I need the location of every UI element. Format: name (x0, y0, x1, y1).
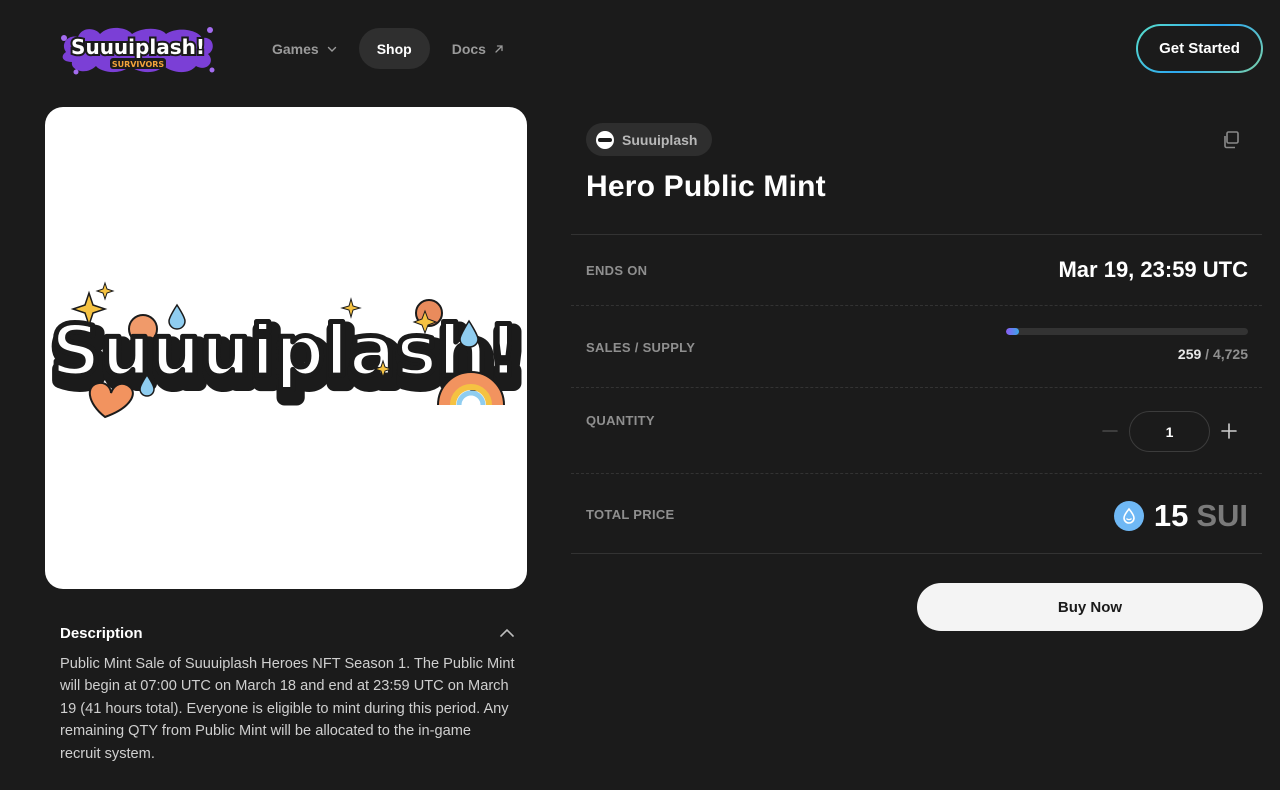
price-currency: SUI (1196, 498, 1248, 533)
brand-logo[interactable]: Suuuiplash! Suuuiplash! SURVIVORS (58, 22, 218, 78)
buy-now-label: Buy Now (1057, 598, 1123, 616)
sales-supply-value: 259 / 4,725 (1178, 346, 1248, 362)
description-heading: Description (60, 625, 143, 642)
nav-docs[interactable]: Docs (438, 28, 518, 69)
divider (571, 305, 1262, 306)
item-title: Hero Public Mint (586, 170, 826, 203)
minus-icon[interactable] (1100, 421, 1120, 441)
nav-games-label: Games (272, 40, 319, 57)
creator-avatar (596, 130, 614, 149)
quantity-label: QUANTITY (586, 413, 655, 428)
nav-shop-label: Shop (376, 40, 412, 57)
divider (571, 387, 1262, 388)
get-started-button[interactable]: Get Started (1136, 24, 1263, 73)
divider (571, 553, 1262, 554)
divider (571, 234, 1262, 235)
nav-games[interactable]: Games (258, 28, 351, 69)
external-link-icon (495, 44, 503, 53)
sales-progress-bar (1006, 328, 1248, 335)
nft-artwork: Suuuiplash! Suuuiplash! (47, 281, 527, 419)
quantity-input[interactable] (1129, 411, 1210, 452)
ends-on-value: Mar 19, 23:59 UTC (1058, 257, 1248, 282)
main-nav: Games Shop Docs (258, 28, 518, 69)
copy-icon[interactable] (1220, 129, 1242, 151)
ends-on-label: ENDS ON (586, 263, 648, 278)
logo-text: Suuuiplash! (71, 35, 205, 59)
chevron-down-icon (327, 46, 336, 52)
logo-subtitle: SURVIVORS (112, 60, 165, 69)
sales-count: 259 (1177, 346, 1202, 362)
sales-supply-label: SALES / SUPPLY (586, 340, 696, 355)
nav-docs-label: Docs (451, 40, 486, 57)
nft-image-card: Suuuiplash! Suuuiplash! (45, 107, 527, 589)
total-price-value: 15 SUI (1113, 498, 1248, 534)
creator-name: Suuuiplash (622, 131, 698, 148)
buy-now-button[interactable]: Buy Now (917, 583, 1263, 631)
sui-token-icon (1113, 501, 1144, 531)
supply-total: / 4,725 (1205, 346, 1248, 362)
plus-icon[interactable] (1219, 421, 1239, 441)
get-started-label: Get Started (1159, 40, 1240, 57)
nav-shop[interactable]: Shop (358, 28, 430, 69)
chevron-up-icon[interactable] (498, 624, 516, 642)
sales-progress-fill (1006, 328, 1020, 335)
price-amount: 15 (1153, 498, 1189, 533)
total-price-label: TOTAL PRICE (586, 507, 675, 522)
divider (571, 473, 1262, 474)
creator-chip[interactable]: Suuuiplash (586, 123, 713, 156)
description-text: Public Mint Sale of Suuuiplash Heroes NF… (60, 656, 515, 762)
